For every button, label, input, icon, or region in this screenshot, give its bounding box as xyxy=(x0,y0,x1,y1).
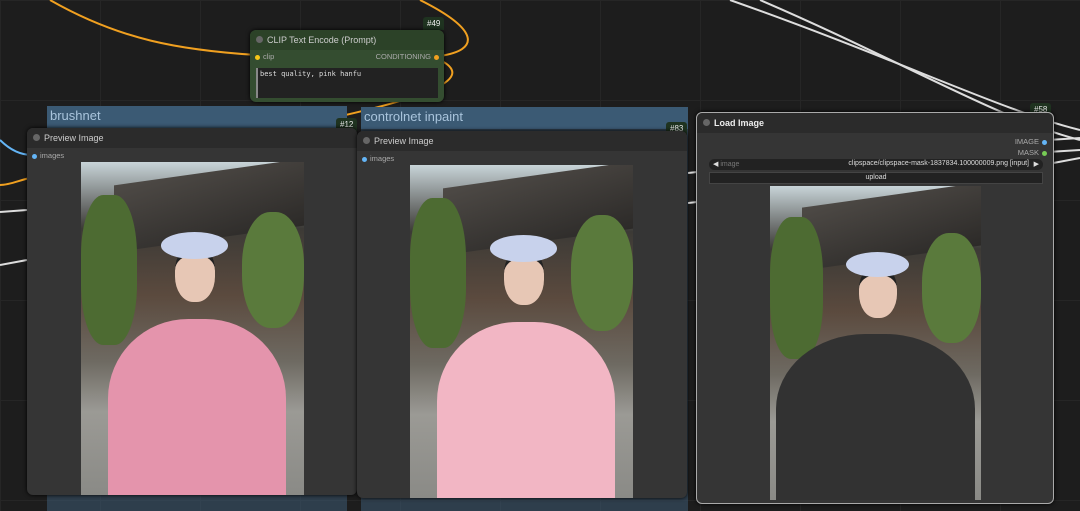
output-image[interactable]: IMAGE xyxy=(1015,137,1050,146)
preview-image xyxy=(410,165,633,498)
group-title: controlnet inpaint xyxy=(361,107,688,129)
preview-image xyxy=(81,162,304,495)
node-title: Load Image xyxy=(714,118,765,128)
slot-dot-icon xyxy=(255,54,260,60)
slot-dot-icon xyxy=(434,54,439,60)
output-conditioning[interactable]: CONDITIONING xyxy=(376,52,442,61)
group-title: brushnet xyxy=(47,106,347,128)
collapse-dot-icon[interactable] xyxy=(33,134,40,141)
output-mask[interactable]: MASK xyxy=(1018,148,1050,157)
clip-text-encode-node[interactable]: CLIP Text Encode (Prompt) clip CONDITION… xyxy=(250,30,444,102)
collapse-dot-icon[interactable] xyxy=(363,137,370,144)
preview-image-node-12[interactable]: Preview Image images xyxy=(27,128,357,495)
image-combo-widget[interactable]: ◀ image clipspace/clipspace-mask-1837834… xyxy=(709,159,1043,170)
slot-dot-icon xyxy=(1042,139,1047,145)
input-images[interactable]: images xyxy=(29,151,64,160)
arrow-left-icon[interactable]: ◀ xyxy=(713,161,718,168)
node-title: CLIP Text Encode (Prompt) xyxy=(267,35,377,45)
collapse-dot-icon[interactable] xyxy=(256,36,263,43)
input-clip[interactable]: clip xyxy=(252,52,274,61)
prompt-textarea[interactable]: best quality, pink hanfu xyxy=(256,68,438,98)
input-images[interactable]: images xyxy=(359,154,394,163)
node-title: Preview Image xyxy=(44,133,104,143)
arrow-right-icon[interactable]: ▶ xyxy=(1034,160,1039,168)
loaded-image-with-mask xyxy=(770,186,981,500)
slot-dot-icon xyxy=(1042,150,1047,156)
slot-dot-icon xyxy=(362,156,367,162)
wire-clip xyxy=(49,0,257,56)
slot-dot-icon xyxy=(32,153,37,159)
collapse-dot-icon[interactable] xyxy=(703,119,710,126)
preview-image-node-83[interactable]: Preview Image images xyxy=(357,131,687,498)
node-title: Preview Image xyxy=(374,136,434,146)
upload-button[interactable]: upload xyxy=(709,172,1043,184)
load-image-node[interactable]: Load Image IMAGE MASK ◀ image clipspace/… xyxy=(696,112,1054,504)
node-id-badge: #49 xyxy=(423,17,445,30)
